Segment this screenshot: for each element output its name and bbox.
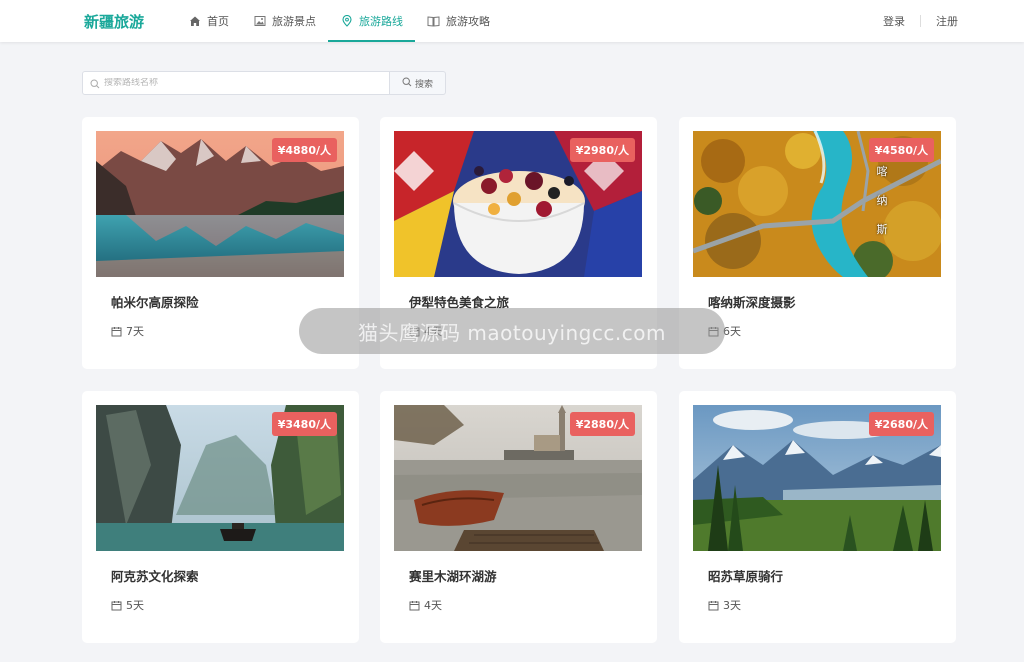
brand-logo[interactable]: 新疆旅游 [84, 11, 144, 32]
main-nav: 首页 旅游景点 旅游路线 旅游攻略 [176, 0, 502, 42]
route-days: 6天 [723, 325, 741, 338]
price-badge: ¥3480/人 [271, 412, 337, 436]
home-icon [188, 15, 201, 28]
route-days: 7天 [126, 325, 144, 338]
route-duration: 5天 [111, 597, 144, 613]
auth-divider [920, 15, 921, 27]
search-button-icon [402, 76, 412, 90]
nav-routes-label: 旅游路线 [359, 15, 403, 28]
book-icon [427, 15, 440, 28]
route-image-mountain-lake[interactable]: ¥4880/人 [96, 131, 344, 277]
route-card[interactable]: ¥2880/人 赛里木湖环湖游 4天 [380, 391, 657, 643]
route-image-river-valley[interactable]: ¥4580/人 喀 纳 斯 [693, 131, 941, 277]
nav-guides-label: 旅游攻略 [446, 15, 490, 28]
calendar-icon [409, 600, 420, 611]
calendar-icon [111, 326, 122, 337]
image-overlay-text: 喀 纳 斯 [875, 157, 889, 244]
route-card[interactable]: ¥2680/人 昭苏草原骑行 3天 [679, 391, 956, 643]
price-badge: ¥2880/人 [569, 412, 635, 436]
nav-attractions-label: 旅游景点 [272, 15, 316, 28]
route-days: 5天 [126, 599, 144, 612]
login-link[interactable]: 登录 [883, 13, 905, 29]
image-icon [253, 15, 266, 28]
location-pin-icon [340, 15, 353, 28]
search-icon [90, 74, 100, 93]
route-duration: 4天 [409, 597, 442, 613]
top-navbar: 新疆旅游 首页 旅游景点 旅游路线 旅游攻略 登录 注册 [0, 0, 1024, 42]
route-title[interactable]: 喀纳斯深度摄影 [708, 292, 796, 311]
route-title[interactable]: 帕米尔高原探险 [111, 292, 199, 311]
calendar-icon [111, 600, 122, 611]
search-input[interactable] [104, 78, 374, 88]
route-title[interactable]: 赛里木湖环湖游 [409, 566, 497, 585]
nav-routes[interactable]: 旅游路线 [328, 0, 415, 42]
route-days: 3天 [723, 599, 741, 612]
route-title[interactable]: 阿克苏文化探索 [111, 566, 199, 585]
nav-home[interactable]: 首页 [176, 0, 241, 42]
nav-home-label: 首页 [207, 15, 229, 28]
route-duration: 3天 [708, 597, 741, 613]
overlay-char: 喀 [876, 165, 888, 178]
calendar-icon [708, 600, 719, 611]
price-badge: ¥4880/人 [271, 138, 337, 162]
route-duration: 7天 [111, 323, 144, 339]
price-badge: ¥2980/人 [569, 138, 635, 162]
route-days: 4天 [424, 599, 442, 612]
nav-attractions[interactable]: 旅游景点 [241, 0, 328, 42]
route-image-grassland-mountains[interactable]: ¥2680/人 [693, 405, 941, 551]
nav-guides[interactable]: 旅游攻略 [415, 0, 502, 42]
register-link[interactable]: 注册 [936, 13, 958, 29]
route-title[interactable]: 昭苏草原骑行 [708, 566, 783, 585]
route-image-food-bowl[interactable]: ¥2980/人 [394, 131, 642, 277]
price-badge: ¥2680/人 [868, 412, 934, 436]
overlay-char: 纳 [876, 194, 888, 207]
search-bar: 搜索 [82, 71, 446, 95]
watermark: 猫头鹰源码 maotouyingcc.com [299, 308, 725, 354]
route-card[interactable]: ¥3480/人 阿克苏文化探索 5天 [82, 391, 359, 643]
route-image-gorge-boat[interactable]: ¥3480/人 [96, 405, 344, 551]
route-image-lake-rowboat[interactable]: ¥2880/人 [394, 405, 642, 551]
overlay-char: 斯 [876, 223, 888, 236]
auth-links: 登录 注册 [883, 0, 958, 42]
search-button-label: 搜索 [414, 79, 433, 90]
search-button[interactable]: 搜索 [390, 71, 446, 95]
search-field[interactable] [82, 71, 390, 95]
